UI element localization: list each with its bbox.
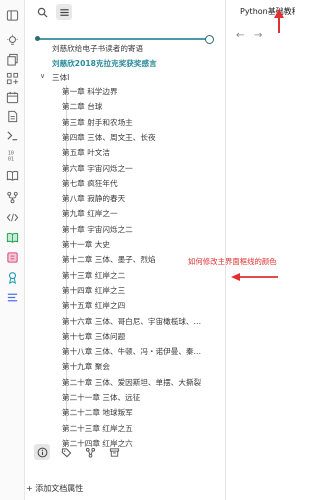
divider-arrow <box>231 273 278 281</box>
annotation-text: 如何修改主界面框线的颜色 <box>188 257 277 266</box>
annotation-arrows <box>231 9 284 281</box>
top-right-arrow <box>274 9 284 33</box>
